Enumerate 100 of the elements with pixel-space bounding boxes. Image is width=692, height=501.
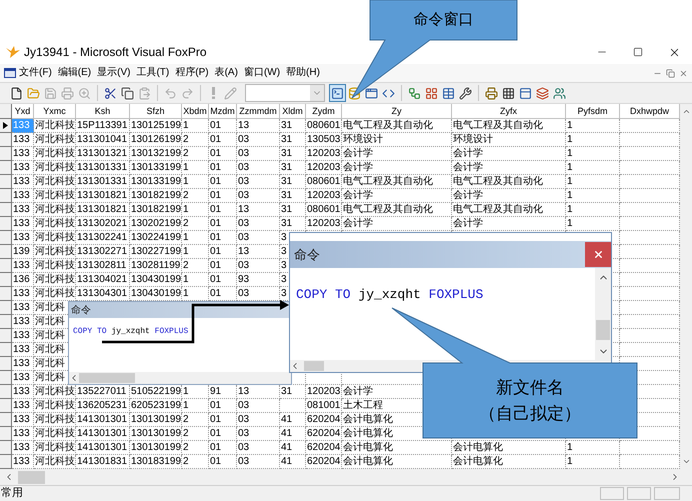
table-cell: 41 xyxy=(280,441,306,455)
table-cell: 会计学 xyxy=(452,147,566,161)
table-cell: 31 xyxy=(280,133,306,147)
table-cell: 130227199 xyxy=(130,245,182,259)
restore-icon[interactable] xyxy=(666,68,675,78)
grid-icon xyxy=(502,86,515,100)
table-cell: 080601 xyxy=(306,175,342,189)
table-cell: 133 xyxy=(12,287,34,301)
code-icon xyxy=(382,86,395,100)
table-cell: 03 xyxy=(237,133,280,147)
workflow-icon xyxy=(408,86,421,100)
table-cell: 31 xyxy=(280,175,306,189)
table-cell: 1 xyxy=(182,161,209,175)
scrollbar-thumb[interactable] xyxy=(596,320,610,340)
menu-item[interactable]: 编辑(E) xyxy=(54,65,94,81)
column-header[interactable]: Zyfx xyxy=(452,104,566,119)
table-cell: 1 xyxy=(566,133,620,147)
table-cell: 1 xyxy=(182,399,209,413)
menu-item[interactable]: 文件(F) xyxy=(16,65,55,81)
table-cell: 01 xyxy=(209,175,237,189)
table-cell: 133 xyxy=(12,203,34,217)
menu-item[interactable]: 表(A) xyxy=(212,65,241,81)
table-cell: 会计电算化 xyxy=(452,441,566,455)
status-panel xyxy=(627,487,651,500)
table-cell: 01 xyxy=(209,427,237,441)
table-cell: 131302241 xyxy=(76,231,130,245)
pencil-icon xyxy=(224,86,237,100)
table-cell: 2 xyxy=(182,189,209,203)
vertical-scrollbar[interactable] xyxy=(595,268,611,360)
table-cell: 1 xyxy=(182,175,209,189)
menu-item[interactable]: 程序(P) xyxy=(172,65,212,81)
table-cell: 141301301 xyxy=(76,413,130,427)
table-cell: 120203 xyxy=(306,385,342,399)
column-header[interactable]: Xldm xyxy=(280,104,306,119)
table-icon xyxy=(442,86,455,100)
table-cell: 620204 xyxy=(306,441,342,455)
column-header[interactable]: Yxmc xyxy=(34,104,76,119)
column-header[interactable]: Sfzh xyxy=(130,104,182,119)
combo-box[interactable] xyxy=(245,84,325,102)
vertical-scrollbar[interactable] xyxy=(680,104,692,469)
table-cell: 131301821 xyxy=(76,203,130,217)
table-cell: 131301331 xyxy=(76,175,130,189)
table-cell: 2 xyxy=(182,427,209,441)
table-cell: 01 xyxy=(209,203,237,217)
table-cell: 03 xyxy=(237,217,280,231)
table-cell: 2 xyxy=(182,413,209,427)
column-header[interactable]: Pyfsdm xyxy=(566,104,620,119)
command-window-button[interactable] xyxy=(329,84,346,102)
table-cell: 01 xyxy=(209,231,237,245)
column-header[interactable]: Zy xyxy=(342,104,452,119)
paste-icon xyxy=(138,86,151,100)
table-cell: 1 xyxy=(566,217,620,231)
table-cell: 130182199 xyxy=(130,203,182,217)
table-cell: 081001 xyxy=(306,399,342,413)
table-cell: 03 xyxy=(237,175,280,189)
table-cell: 133 xyxy=(12,315,34,329)
table-cell: 133 xyxy=(12,399,34,413)
table-cell: 131301321 xyxy=(76,147,130,161)
table-cell xyxy=(280,399,306,413)
scrollbar-thumb[interactable] xyxy=(79,373,135,383)
column-header[interactable]: Zzmmdm xyxy=(237,104,280,119)
menu-item[interactable]: 窗口(W) xyxy=(240,65,284,81)
scroll-up-icon[interactable] xyxy=(682,107,690,116)
scrollbar-thumb[interactable] xyxy=(18,470,45,484)
table-cell: 130130199 xyxy=(130,427,182,441)
column-header[interactable]: Mzdm xyxy=(209,104,237,119)
table-cell: 133 xyxy=(12,385,34,399)
table-cell: 13 xyxy=(237,203,280,217)
scrollbar-thumb[interactable] xyxy=(304,361,324,371)
table-cell: 电气工程及其自动化 xyxy=(342,203,452,217)
table-cell: 河北科技 xyxy=(34,217,76,231)
table-cell: 01 xyxy=(209,161,237,175)
table-cell: 133 xyxy=(12,343,34,357)
menu-item[interactable]: 工具(T) xyxy=(133,65,172,81)
table-cell: 620204 xyxy=(306,427,342,441)
table-cell: 133 xyxy=(12,119,34,133)
folder-icon xyxy=(27,86,40,100)
table-cell: 河北科技 xyxy=(34,427,76,441)
table-cell: 130133199 xyxy=(130,161,182,175)
row-header[interactable] xyxy=(0,119,12,133)
menu-item[interactable]: 显示(V) xyxy=(94,65,134,81)
table-cell: 133 xyxy=(12,133,34,147)
table-cell: 131302811 xyxy=(76,259,130,273)
column-header[interactable]: Ksh xyxy=(76,104,130,119)
table-cell: 620204 xyxy=(306,413,342,427)
column-header[interactable]: Zydm xyxy=(306,104,342,119)
scroll-down-icon[interactable] xyxy=(682,457,690,466)
table-cell: 130133199 xyxy=(130,175,182,189)
horizontal-scrollbar[interactable] xyxy=(69,372,291,384)
horizontal-scrollbar[interactable] xyxy=(0,469,692,485)
table-cell: 120203 xyxy=(306,217,342,231)
close-icon[interactable] xyxy=(679,68,688,78)
callout-text: 新文件名 xyxy=(496,376,564,398)
table-cell: 130126199 xyxy=(130,133,182,147)
column-header[interactable]: Xbdm xyxy=(182,104,209,119)
table-cell: 1 xyxy=(566,441,620,455)
table-cell: 电气工程及其自动化 xyxy=(452,175,566,189)
close-button[interactable] xyxy=(585,242,611,267)
table-cell: 1 xyxy=(566,119,620,133)
menu-item[interactable]: 帮助(H) xyxy=(283,65,323,81)
